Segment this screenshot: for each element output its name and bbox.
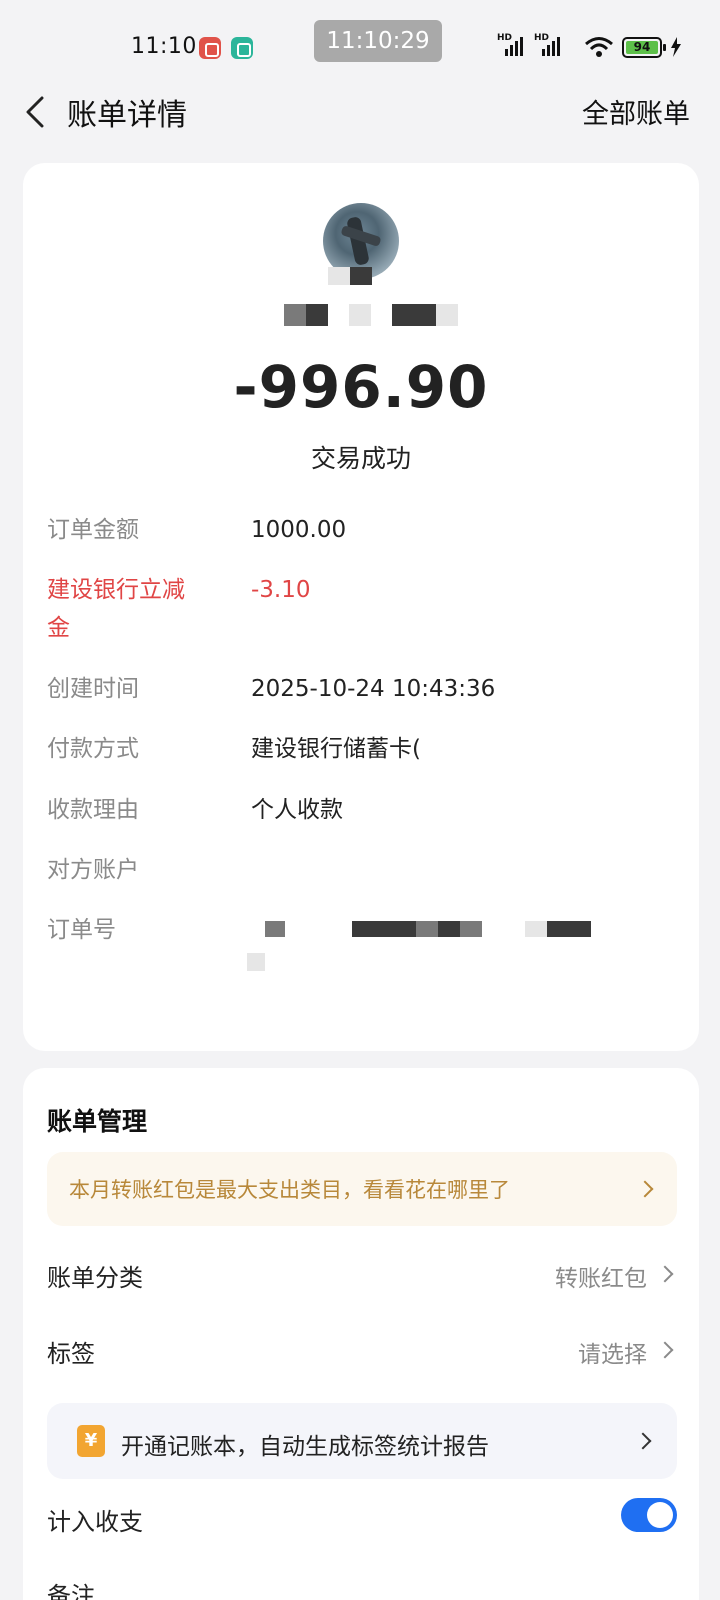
bill-management-card: 账单管理 本月转账红包是最大支出类目，看看花在哪里了 账单分类 转账红包 标签 … [23, 1068, 699, 1600]
redacted-block [284, 304, 306, 326]
cellular-signal-icon [505, 37, 523, 56]
insight-text: 本月转账红包是最大支出类目，看看花在哪里了 [69, 1178, 510, 1202]
toggle-knob [647, 1502, 673, 1528]
detail-value: 个人收款 [251, 797, 343, 823]
detail-label: 订单号 [47, 917, 116, 943]
app-notification-icon [199, 37, 221, 59]
app-notification-icon [231, 37, 253, 59]
redacted-block [438, 921, 460, 937]
detail-label: 对方账户 [47, 857, 139, 883]
redacted-block [265, 921, 285, 937]
row-value: 转账红包 [555, 1266, 647, 1292]
redacted-block [525, 921, 547, 937]
detail-value: -3.10 [251, 577, 311, 603]
ledger-promo-text: 开通记账本，自动生成标签统计报告 [121, 1434, 489, 1460]
redacted-block [350, 267, 372, 285]
chevron-right-icon [636, 1180, 654, 1198]
transaction-amount: -996.90 [233, 353, 489, 421]
row-label: 账单分类 [47, 1264, 143, 1292]
detail-label: 建设银行立减金 [47, 577, 185, 641]
detail-value: 1000.00 [251, 517, 347, 543]
redacted-block [247, 953, 265, 971]
redacted-block [352, 921, 416, 937]
detail-label: 创建时间 [47, 676, 139, 702]
note-row[interactable]: 备注 [47, 1570, 677, 1600]
all-bills-link[interactable]: 全部账单 [582, 92, 690, 131]
page-title: 账单详情 [67, 98, 187, 133]
wifi-icon [585, 37, 613, 57]
include-toggle[interactable] [621, 1498, 677, 1532]
status-time: 11:10 [131, 34, 197, 59]
detail-label: 付款方式 [47, 736, 139, 762]
redacted-block [460, 921, 482, 937]
row-label: 计入收支 [47, 1508, 143, 1536]
detail-label: 收款理由 [47, 797, 139, 823]
redacted-block [328, 267, 350, 285]
spending-insight-banner[interactable]: 本月转账红包是最大支出类目，看看花在哪里了 [47, 1152, 677, 1226]
battery-icon: 94 [622, 37, 662, 58]
detail-value: 2025-10-24 10:43:36 [251, 676, 496, 702]
row-label: 标签 [47, 1340, 95, 1368]
redacted-block [416, 921, 438, 937]
status-bar: 11:10 11:10:29 HD HD 94 [0, 0, 720, 90]
redacted-block [547, 921, 591, 937]
section-title: 账单管理 [47, 1107, 148, 1136]
charging-icon [671, 37, 681, 57]
redacted-block [349, 304, 371, 326]
redacted-block [436, 304, 458, 326]
battery-cap [663, 44, 666, 51]
transaction-status: 交易成功 [310, 444, 411, 473]
bill-detail-card: -996.90 交易成功 订单金额 1000.00 建设银行立减金 -3.10 … [23, 163, 699, 1051]
detail-label: 订单金额 [47, 517, 139, 543]
include-in-budget-row: 计入收支 [47, 1496, 677, 1542]
chevron-right-icon [656, 1265, 674, 1283]
ledger-promo-banner[interactable]: ¥ 开通记账本，自动生成标签统计报告 [47, 1403, 677, 1479]
bill-category-row[interactable]: 账单分类 转账红包 [47, 1252, 677, 1298]
tag-row[interactable]: 标签 请选择 [47, 1328, 677, 1374]
redacted-block [392, 304, 436, 326]
row-value: 请选择 [578, 1342, 647, 1368]
redacted-block [306, 304, 328, 326]
clock-overlay: 11:10:29 [314, 20, 442, 62]
coupon-icon: ¥ [77, 1425, 105, 1457]
detail-value: 建设银行储蓄卡( [251, 736, 421, 762]
chevron-left-icon[interactable] [22, 92, 48, 132]
battery-level: 94 [626, 41, 658, 54]
chevron-right-icon [634, 1432, 652, 1450]
header-bar: 账单详情 全部账单 [0, 80, 720, 142]
chevron-right-icon [656, 1341, 674, 1359]
cellular-signal-icon [542, 37, 560, 56]
row-label: 备注 [47, 1582, 95, 1600]
